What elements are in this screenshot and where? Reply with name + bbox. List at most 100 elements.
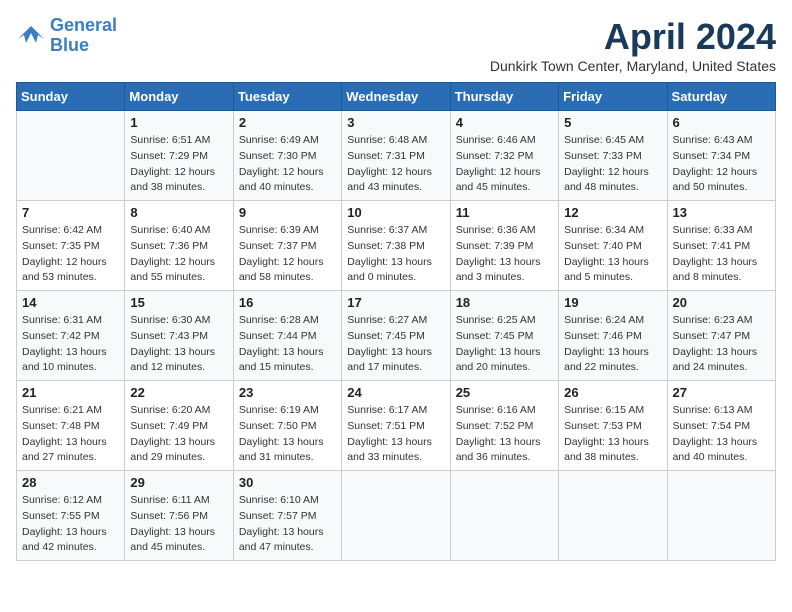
calendar-cell: 8Sunrise: 6:40 AMSunset: 7:36 PMDaylight… [125, 201, 233, 291]
calendar-cell: 21 Sunrise: 6:21 AMSunset: 7:48 PMDayligh… [17, 381, 125, 471]
day-info: Sunrise: 6:25 AMSunset: 7:45 PMDaylight:… [456, 313, 553, 376]
logo: General Blue [16, 16, 117, 56]
day-number: 18 [456, 295, 553, 310]
day-number: 13 [673, 205, 770, 220]
calendar-cell: 18 Sunrise: 6:25 AMSunset: 7:45 PMDayligh… [450, 291, 558, 381]
calendar-week-row: 28 Sunrise: 6:12 AMSunset: 7:55 PMDayligh… [17, 471, 776, 561]
calendar-week-row: 1 Sunrise: 6:51 AMSunset: 7:29 PMDaylight… [17, 111, 776, 201]
calendar-cell [17, 111, 125, 201]
day-number: 10 [347, 205, 444, 220]
calendar-cell: 26 Sunrise: 6:15 AMSunset: 7:53 PMDayligh… [559, 381, 667, 471]
calendar-cell [450, 471, 558, 561]
day-info: Sunrise: 6:49 AMSunset: 7:30 PMDaylight:… [239, 133, 336, 196]
day-number: 21 [22, 385, 119, 400]
day-number: 26 [564, 385, 661, 400]
day-info: Sunrise: 6:24 AMSunset: 7:46 PMDaylight:… [564, 313, 661, 376]
calendar-cell: 10Sunrise: 6:37 AMSunset: 7:38 PMDayligh… [342, 201, 450, 291]
calendar-cell: 17 Sunrise: 6:27 AMSunset: 7:45 PMDayligh… [342, 291, 450, 381]
title-area: April 2024 Dunkirk Town Center, Maryland… [490, 16, 776, 74]
day-info: Sunrise: 6:46 AMSunset: 7:32 PMDaylight:… [456, 133, 553, 196]
day-number: 7 [22, 205, 119, 220]
calendar-cell: 27Sunrise: 6:13 AMSunset: 7:54 PMDayligh… [667, 381, 775, 471]
calendar-cell: 2 Sunrise: 6:49 AMSunset: 7:30 PMDaylight… [233, 111, 341, 201]
day-number: 17 [347, 295, 444, 310]
day-info: Sunrise: 6:10 AMSunset: 7:57 PMDaylight:… [239, 493, 336, 556]
day-info: Sunrise: 6:34 AMSunset: 7:40 PMDaylight:… [564, 223, 661, 286]
calendar-cell [342, 471, 450, 561]
calendar-cell: 24 Sunrise: 6:17 AMSunset: 7:51 PMDayligh… [342, 381, 450, 471]
weekday-header-friday: Friday [559, 83, 667, 111]
day-number: 25 [456, 385, 553, 400]
day-info: Sunrise: 6:16 AMSunset: 7:52 PMDaylight:… [456, 403, 553, 466]
calendar-cell: 1 Sunrise: 6:51 AMSunset: 7:29 PMDaylight… [125, 111, 233, 201]
day-info: Sunrise: 6:36 AMSunset: 7:39 PMDaylight:… [456, 223, 553, 286]
calendar-title: April 2024 [490, 16, 776, 58]
calendar-week-row: 21 Sunrise: 6:21 AMSunset: 7:48 PMDayligh… [17, 381, 776, 471]
calendar-cell: 28 Sunrise: 6:12 AMSunset: 7:55 PMDayligh… [17, 471, 125, 561]
calendar-cell: 22 Sunrise: 6:20 AMSunset: 7:49 PMDayligh… [125, 381, 233, 471]
day-info: Sunrise: 6:45 AMSunset: 7:33 PMDaylight:… [564, 133, 661, 196]
day-number: 6 [673, 115, 770, 130]
day-number: 1 [130, 115, 227, 130]
weekday-header-saturday: Saturday [667, 83, 775, 111]
day-info: Sunrise: 6:17 AMSunset: 7:51 PMDaylight:… [347, 403, 444, 466]
weekday-header-wednesday: Wednesday [342, 83, 450, 111]
weekday-header-sunday: Sunday [17, 83, 125, 111]
calendar-cell: 9Sunrise: 6:39 AMSunset: 7:37 PMDaylight… [233, 201, 341, 291]
day-number: 16 [239, 295, 336, 310]
day-number: 19 [564, 295, 661, 310]
day-number: 29 [130, 475, 227, 490]
day-info: Sunrise: 6:21 AMSunset: 7:48 PMDaylight:… [22, 403, 119, 466]
calendar-cell: 3Sunrise: 6:48 AMSunset: 7:31 PMDaylight… [342, 111, 450, 201]
calendar-cell: 16 Sunrise: 6:28 AMSunset: 7:44 PMDayligh… [233, 291, 341, 381]
day-info: Sunrise: 6:43 AMSunset: 7:34 PMDaylight:… [673, 133, 770, 196]
day-number: 12 [564, 205, 661, 220]
day-number: 27 [673, 385, 770, 400]
calendar-cell [559, 471, 667, 561]
day-number: 22 [130, 385, 227, 400]
day-info: Sunrise: 6:33 AMSunset: 7:41 PMDaylight:… [673, 223, 770, 286]
day-number: 5 [564, 115, 661, 130]
day-number: 24 [347, 385, 444, 400]
day-info: Sunrise: 6:27 AMSunset: 7:45 PMDaylight:… [347, 313, 444, 376]
calendar-cell: 6 Sunrise: 6:43 AMSunset: 7:34 PMDaylight… [667, 111, 775, 201]
calendar-cell [667, 471, 775, 561]
calendar-cell: 23Sunrise: 6:19 AMSunset: 7:50 PMDayligh… [233, 381, 341, 471]
calendar-subtitle: Dunkirk Town Center, Maryland, United St… [490, 58, 776, 74]
calendar-cell: 12 Sunrise: 6:34 AMSunset: 7:40 PMDayligh… [559, 201, 667, 291]
day-info: Sunrise: 6:42 AMSunset: 7:35 PMDaylight:… [22, 223, 119, 286]
calendar-week-row: 7 Sunrise: 6:42 AMSunset: 7:35 PMDaylight… [17, 201, 776, 291]
calendar-cell: 14Sunrise: 6:31 AMSunset: 7:42 PMDayligh… [17, 291, 125, 381]
day-number: 2 [239, 115, 336, 130]
day-number: 11 [456, 205, 553, 220]
calendar-cell: 13 Sunrise: 6:33 AMSunset: 7:41 PMDayligh… [667, 201, 775, 291]
calendar-table: SundayMondayTuesdayWednesdayThursdayFrid… [16, 82, 776, 561]
day-info: Sunrise: 6:20 AMSunset: 7:49 PMDaylight:… [130, 403, 227, 466]
calendar-cell: 29 Sunrise: 6:11 AMSunset: 7:56 PMDayligh… [125, 471, 233, 561]
logo-icon [16, 21, 46, 51]
logo-text: General Blue [50, 16, 117, 56]
weekday-header-row: SundayMondayTuesdayWednesdayThursdayFrid… [17, 83, 776, 111]
calendar-cell: 5 Sunrise: 6:45 AMSunset: 7:33 PMDaylight… [559, 111, 667, 201]
day-number: 30 [239, 475, 336, 490]
day-number: 9 [239, 205, 336, 220]
logo-line2: Blue [50, 35, 89, 55]
day-info: Sunrise: 6:12 AMSunset: 7:55 PMDaylight:… [22, 493, 119, 556]
weekday-header-monday: Monday [125, 83, 233, 111]
calendar-cell: 7 Sunrise: 6:42 AMSunset: 7:35 PMDaylight… [17, 201, 125, 291]
day-number: 3 [347, 115, 444, 130]
day-info: Sunrise: 6:15 AMSunset: 7:53 PMDaylight:… [564, 403, 661, 466]
calendar-cell: 4Sunrise: 6:46 AMSunset: 7:32 PMDaylight… [450, 111, 558, 201]
calendar-cell: 30 Sunrise: 6:10 AMSunset: 7:57 PMDayligh… [233, 471, 341, 561]
day-info: Sunrise: 6:11 AMSunset: 7:56 PMDaylight:… [130, 493, 227, 556]
day-info: Sunrise: 6:28 AMSunset: 7:44 PMDaylight:… [239, 313, 336, 376]
day-number: 28 [22, 475, 119, 490]
day-number: 14 [22, 295, 119, 310]
weekday-header-tuesday: Tuesday [233, 83, 341, 111]
weekday-header-thursday: Thursday [450, 83, 558, 111]
day-info: Sunrise: 6:51 AMSunset: 7:29 PMDaylight:… [130, 133, 227, 196]
day-number: 20 [673, 295, 770, 310]
logo-line1: General [50, 15, 117, 35]
day-number: 8 [130, 205, 227, 220]
header: General Blue April 2024 Dunkirk Town Cen… [16, 16, 776, 74]
